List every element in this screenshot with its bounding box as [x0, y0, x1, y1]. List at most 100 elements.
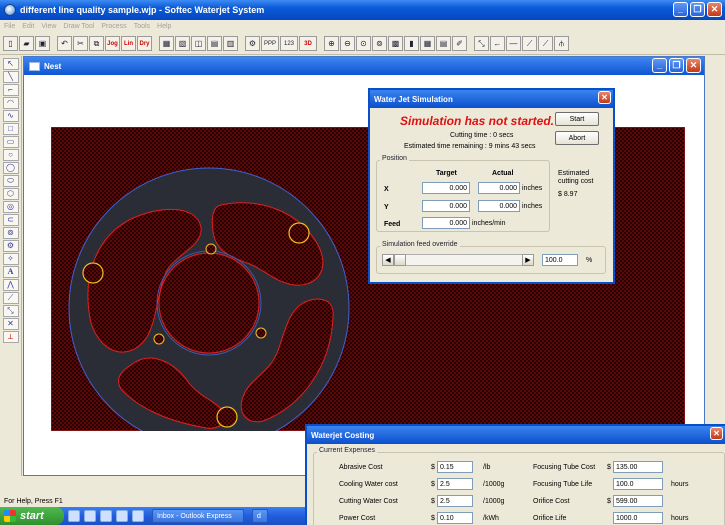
dry-button[interactable]: Dry	[137, 36, 152, 51]
x-actual-field[interactable]: 0.000	[478, 182, 520, 194]
drawing-icon[interactable]: ▦	[159, 36, 174, 51]
costing-close-button[interactable]: ✕	[710, 427, 723, 440]
menu-help[interactable]: Help	[157, 23, 171, 30]
override-value-field[interactable]: 100.0	[542, 254, 578, 266]
feed-field[interactable]: 0.000	[422, 217, 470, 229]
menu-draw-tool[interactable]: Draw Tool	[63, 23, 94, 30]
abort-button[interactable]: Abort	[555, 131, 599, 145]
close-button[interactable]: ✕	[707, 2, 722, 17]
quicklaunch-media-icon[interactable]	[116, 510, 128, 522]
quicklaunch-desktop-icon[interactable]	[68, 510, 80, 522]
grid-icon[interactable]: ▩	[388, 36, 403, 51]
ellipse-icon[interactable]: ⬭	[2, 175, 19, 187]
taskbar-item-app[interactable]: d	[252, 509, 268, 523]
start-button[interactable]: Start	[555, 112, 599, 126]
mirror-icon[interactable]: ⤡	[2, 305, 19, 317]
quicklaunch-messenger-icon[interactable]	[132, 510, 144, 522]
menu-tools[interactable]: Tools	[134, 23, 150, 30]
focusing-tube-life-field[interactable]: 100.0	[613, 478, 663, 490]
slot-icon[interactable]: ⊂	[2, 214, 19, 226]
line-angle-icon[interactable]: ⟋	[522, 36, 537, 51]
open-icon[interactable]: ▰	[19, 36, 34, 51]
y-actual-field[interactable]: 0.000	[478, 200, 520, 212]
star-icon[interactable]: ✧	[2, 253, 19, 265]
spline-icon[interactable]: ∿	[2, 110, 19, 122]
settings-icon[interactable]: ⚙	[245, 36, 260, 51]
path-icon[interactable]: ✐	[452, 36, 467, 51]
menu-file[interactable]: File	[4, 23, 15, 30]
3d-button[interactable]: 3D	[299, 36, 317, 51]
minimize-button[interactable]: _	[673, 2, 688, 17]
simulation-close-button[interactable]: ✕	[598, 91, 611, 104]
circle-3pt-icon[interactable]: ◯	[2, 162, 19, 174]
ppp-button[interactable]: PPP	[261, 36, 279, 51]
quicklaunch-ie-icon[interactable]	[84, 510, 96, 522]
quality-icon[interactable]: ▥	[223, 36, 238, 51]
copy-icon[interactable]: ⧉	[89, 36, 104, 51]
text-icon[interactable]: A	[2, 266, 19, 278]
layers-icon[interactable]: ▤	[207, 36, 222, 51]
table-icon[interactable]: ▦	[420, 36, 435, 51]
line-icon[interactable]: ╲	[2, 71, 19, 83]
zoom-in-icon[interactable]: ⊕	[324, 36, 339, 51]
zoom-extents-icon[interactable]: ⊚	[372, 36, 387, 51]
new-icon[interactable]: ▯	[3, 36, 18, 51]
line-tools-icon[interactable]: ⤡	[474, 36, 489, 51]
y-target-field[interactable]: 0.000	[422, 200, 470, 212]
nest-restore-button[interactable]: ❐	[669, 58, 684, 73]
cut-icon[interactable]: ✂	[73, 36, 88, 51]
abrasive-cost-field[interactable]: 0.15	[437, 461, 473, 473]
jog-button[interactable]: Jog	[105, 36, 120, 51]
arc-icon[interactable]: ◠	[2, 97, 19, 109]
donut-icon[interactable]: ⊚	[2, 227, 19, 239]
slider-thumb[interactable]	[394, 254, 406, 266]
menu-edit[interactable]: Edit	[22, 23, 34, 30]
menu-process[interactable]: Process	[101, 23, 126, 30]
menu-view[interactable]: View	[41, 23, 56, 30]
ring-icon[interactable]: ◎	[2, 201, 19, 213]
trim-icon[interactable]: ⟋	[2, 292, 19, 304]
simulate-icon[interactable]: ▮	[404, 36, 419, 51]
save-icon[interactable]: ▣	[35, 36, 50, 51]
line-angle2-icon[interactable]: ⟋	[538, 36, 553, 51]
nest-icon[interactable]: ▧	[175, 36, 190, 51]
simulation-title-bar[interactable]: Water Jet Simulation ✕	[370, 90, 613, 108]
cost-icon[interactable]: ▤	[436, 36, 451, 51]
hatch-icon[interactable]: ⋀	[2, 279, 19, 291]
explode-icon[interactable]: ✕	[2, 318, 19, 330]
app-icon[interactable]	[4, 4, 16, 16]
gear-icon[interactable]: ⚙	[2, 240, 19, 252]
polyline-icon[interactable]: ⌐	[2, 84, 19, 96]
rectangle-icon[interactable]: □	[2, 123, 19, 135]
square-icon[interactable]: ▭	[2, 136, 19, 148]
nest-title-bar[interactable]: Nest _ ❐ ✕	[24, 57, 704, 75]
dash-icon[interactable]: —	[506, 36, 521, 51]
orifice-life-field[interactable]: 1000.0	[613, 512, 663, 524]
nest-minimize-button[interactable]: _	[652, 58, 667, 73]
feed-override-slider[interactable]: ◀ ▶	[382, 254, 534, 266]
lin-button[interactable]: Lin	[121, 36, 136, 51]
taskbar-item-outlook[interactable]: Inbox - Outlook Express	[152, 509, 244, 523]
zoom-window-icon[interactable]: ⊙	[356, 36, 371, 51]
circle-icon[interactable]: ○	[2, 149, 19, 161]
undo-icon[interactable]: ↶	[57, 36, 72, 51]
start-button[interactable]: start	[0, 507, 64, 525]
orifice-cost-field[interactable]: 599.00	[613, 495, 663, 507]
break-icon[interactable]: ⟂	[2, 331, 19, 343]
slider-left-arrow[interactable]: ◀	[382, 254, 394, 266]
slider-right-arrow[interactable]: ▶	[522, 254, 534, 266]
zoom-out-icon[interactable]: ⊖	[340, 36, 355, 51]
cooling-water-cost-field[interactable]: 2.5	[437, 478, 473, 490]
focusing-tube-cost-field[interactable]: 135.00	[613, 461, 663, 473]
parts-icon[interactable]: ◫	[191, 36, 206, 51]
node-icon[interactable]: ⫛	[554, 36, 569, 51]
main-title-bar[interactable]: different line quality sample.wjp - Soft…	[0, 0, 725, 20]
power-cost-field[interactable]: 0.10	[437, 512, 473, 524]
restore-button[interactable]: ❐	[690, 2, 705, 17]
polygon-icon[interactable]: ⬡	[2, 188, 19, 200]
cutting-water-cost-field[interactable]: 2.5	[437, 495, 473, 507]
quicklaunch-outlook-icon[interactable]	[100, 510, 112, 522]
nest-close-button[interactable]: ✕	[686, 58, 701, 73]
number-button[interactable]: 123	[280, 36, 298, 51]
x-target-field[interactable]: 0.000	[422, 182, 470, 194]
